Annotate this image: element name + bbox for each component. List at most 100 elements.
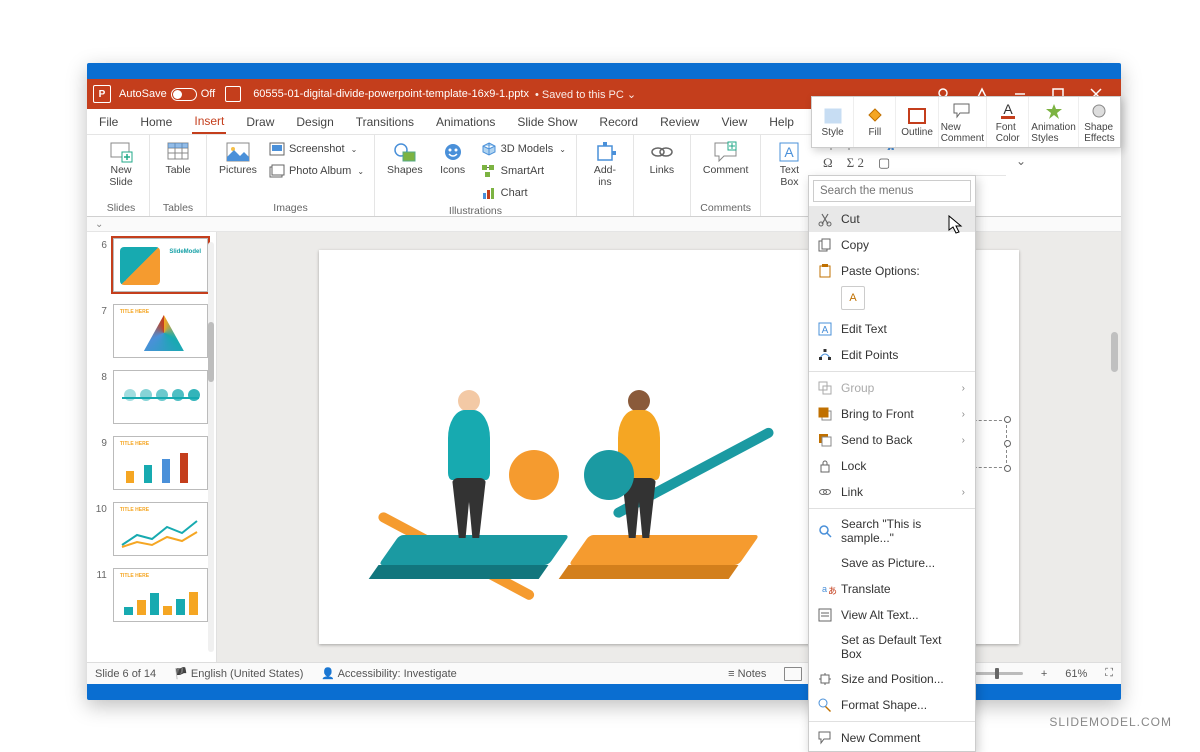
outline-button[interactable]: Outline xyxy=(896,97,938,147)
screenshot-icon xyxy=(269,141,285,157)
language-status[interactable]: 🏴 English (United States) xyxy=(174,667,303,680)
menu-item-edit-points[interactable]: Edit Points xyxy=(809,342,975,368)
chart-button[interactable]: Chart xyxy=(479,183,568,203)
save-icon[interactable] xyxy=(225,86,241,102)
textbox-button[interactable]: AText Box xyxy=(769,139,809,190)
paste-option-keep-text[interactable]: A xyxy=(841,286,865,310)
slide-thumbnail[interactable]: 10TITLE HERE xyxy=(93,502,208,556)
resize-handle[interactable] xyxy=(1004,465,1011,472)
tab-review[interactable]: Review xyxy=(658,111,701,133)
size-pos-icon xyxy=(817,671,833,687)
menu-item-send-back[interactable]: Send to Back› xyxy=(809,427,975,453)
new-comment-button[interactable]: New Comment xyxy=(939,97,987,147)
icons-button[interactable]: Icons xyxy=(433,139,473,179)
menu-item-edit-text[interactable]: AEdit Text xyxy=(809,316,975,342)
svg-text:A: A xyxy=(785,144,795,160)
slide-thumbnail[interactable]: 11TITLE HERE xyxy=(93,568,208,622)
tab-insert[interactable]: Insert xyxy=(192,110,226,134)
fit-to-window-button[interactable]: ⛶ xyxy=(1105,667,1113,680)
smartart-button[interactable]: SmartArt xyxy=(479,161,568,181)
menu-item-label: Group xyxy=(841,381,874,395)
menu-item-save-pic[interactable]: Save as Picture... xyxy=(809,550,975,576)
chevron-down-icon[interactable]: ⌄ xyxy=(1016,154,1026,168)
link-icon xyxy=(817,484,833,500)
menu-item-search[interactable]: Search "This is sample..." xyxy=(809,512,975,550)
svg-text:A: A xyxy=(822,325,829,336)
accessibility-status[interactable]: 👤 Accessibility: Investigate xyxy=(321,667,456,680)
slide-thumbnail[interactable]: 9TITLE HERE xyxy=(93,436,208,490)
resize-handle[interactable] xyxy=(1004,440,1011,447)
tab-design[interactable]: Design xyxy=(294,111,335,133)
link-icon xyxy=(649,141,675,163)
symbol-omega[interactable]: Ω xyxy=(823,155,833,171)
screenshot-button[interactable]: Screenshot⌄ xyxy=(267,139,366,159)
slide-thumbnail[interactable]: 6SlideModel xyxy=(93,238,208,292)
normal-view-button[interactable] xyxy=(784,667,802,681)
comment-button[interactable]: Comment xyxy=(699,139,753,179)
menu-item-link[interactable]: Link› xyxy=(809,479,975,505)
outline-icon xyxy=(908,106,926,126)
mini-symbols-row: Ω Σ 2 ▢ ⌄ xyxy=(811,150,1006,176)
zoom-in-button[interactable]: + xyxy=(1041,668,1047,680)
autosave-toggle[interactable]: AutoSave Off xyxy=(119,88,215,101)
shape-effects-button[interactable]: Shape Effects xyxy=(1079,97,1120,147)
menu-item-default-tb[interactable]: Set as Default Text Box xyxy=(809,628,975,666)
symbol-sigma[interactable]: Σ 2 xyxy=(847,155,864,171)
menu-item-bring-front[interactable]: Bring to Front› xyxy=(809,401,975,427)
fill-button[interactable]: Fill xyxy=(854,97,896,147)
context-menu: CutCopyPaste Options:AAEdit TextEdit Poi… xyxy=(808,175,976,752)
tab-slideshow[interactable]: Slide Show xyxy=(515,111,579,133)
menu-item-new-comment[interactable]: New Comment xyxy=(809,725,975,751)
document-filename[interactable]: 60555-01-digital-divide-powerpoint-templ… xyxy=(253,88,529,100)
menu-item-lock[interactable]: Lock xyxy=(809,453,975,479)
menu-item-alt-text[interactable]: View Alt Text... xyxy=(809,602,975,628)
autosave-state: Off xyxy=(201,88,215,100)
shapes-button[interactable]: Shapes xyxy=(383,139,427,179)
slide-thumbnail[interactable]: 8 xyxy=(93,370,208,424)
zoom-level[interactable]: 61% xyxy=(1065,668,1087,680)
font-color-button[interactable]: AFont Color xyxy=(987,97,1029,147)
tab-home[interactable]: Home xyxy=(138,111,174,133)
resize-handle[interactable] xyxy=(1004,416,1011,423)
style-button[interactable]: Style xyxy=(812,97,854,147)
tab-animations[interactable]: Animations xyxy=(434,111,497,133)
tab-record[interactable]: Record xyxy=(597,111,640,133)
thumbnails-scrollbar[interactable] xyxy=(208,242,214,652)
menu-item-size-pos[interactable]: Size and Position... xyxy=(809,666,975,692)
menu-item-copy[interactable]: Copy xyxy=(809,232,975,258)
addins-button[interactable]: Add- ins xyxy=(585,139,625,190)
default-tb-icon xyxy=(817,639,833,655)
slide-canvas-area[interactable]: Slid This is sampl how to use a xyxy=(217,232,1121,662)
links-button[interactable]: Links xyxy=(642,139,682,179)
slide-thumbnail[interactable]: 7TITLE HERE xyxy=(93,304,208,358)
tab-transitions[interactable]: Transitions xyxy=(354,111,416,133)
menu-item-paste[interactable]: Paste Options: xyxy=(809,258,975,284)
tab-draw[interactable]: Draw xyxy=(244,111,276,133)
table-button[interactable]: Table xyxy=(158,139,198,179)
thumbnail-preview: TITLE HERE xyxy=(113,436,208,490)
tab-file[interactable]: File xyxy=(97,111,120,133)
canvas-scrollbar[interactable] xyxy=(1111,262,1118,462)
comment-icon xyxy=(953,101,971,121)
ribbon-group-images: Pictures Screenshot⌄ Photo Album⌄ Images xyxy=(207,135,375,216)
menu-item-label: View Alt Text... xyxy=(841,608,919,622)
menu-separator xyxy=(809,371,975,372)
symbol-box[interactable]: ▢ xyxy=(878,155,890,171)
menu-item-format-shape[interactable]: Format Shape... xyxy=(809,692,975,718)
menu-search-input[interactable] xyxy=(813,180,971,202)
menu-item-cut[interactable]: Cut xyxy=(809,206,975,232)
pictures-button[interactable]: Pictures xyxy=(215,139,261,179)
thumbnail-number: 10 xyxy=(93,502,107,556)
tab-help[interactable]: Help xyxy=(767,111,796,133)
ribbon-group-illustrations: Shapes Icons 3D Models⌄ SmartArt Chart I… xyxy=(375,135,577,216)
chart-icon xyxy=(481,185,497,201)
toggle-icon[interactable] xyxy=(171,88,197,101)
3d-models-button[interactable]: 3D Models⌄ xyxy=(479,139,568,159)
notes-button[interactable]: ≡ Notes xyxy=(728,668,766,680)
menu-item-translate[interactable]: aあTranslate xyxy=(809,576,975,602)
tab-view[interactable]: View xyxy=(719,111,749,133)
photo-album-button[interactable]: Photo Album⌄ xyxy=(267,161,366,181)
animation-styles-button[interactable]: Animation Styles xyxy=(1029,97,1078,147)
new-slide-button[interactable]: New Slide xyxy=(101,139,141,190)
slide-counter[interactable]: Slide 6 of 14 xyxy=(95,668,156,680)
